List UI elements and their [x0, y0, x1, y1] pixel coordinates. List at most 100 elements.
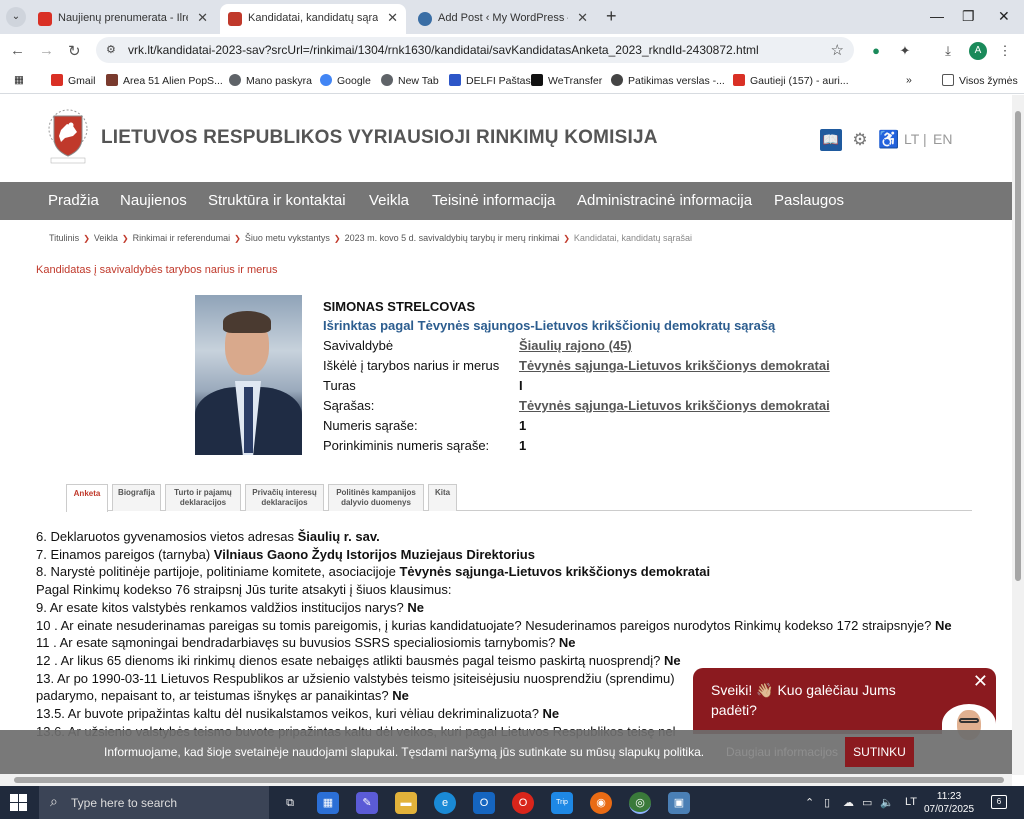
municipality-link[interactable]: Šiaulių rajono (45): [519, 338, 632, 353]
browser-tab-newsletter[interactable]: Naujienų prenumerata - Ilredak ✕: [30, 4, 216, 34]
lang-lt-link[interactable]: LT: [904, 131, 919, 147]
edge-icon[interactable]: e: [434, 792, 456, 814]
chat-close-icon[interactable]: ✕: [973, 671, 988, 692]
breadcrumb: Titulinis ❯ Veikla ❯ Rinkimai ir referenduma…: [49, 233, 692, 243]
notification-center-icon[interactable]: 6: [991, 795, 1007, 809]
forward-icon[interactable]: →: [39, 42, 54, 59]
sitemap-icon[interactable]: ⚙: [849, 129, 871, 151]
scroll-thumb[interactable]: [14, 777, 1004, 783]
outlook-icon[interactable]: O: [473, 792, 495, 814]
tab-anketa[interactable]: Anketa: [66, 484, 108, 512]
tray-network-icon[interactable]: ▭: [862, 796, 872, 809]
scroll-thumb[interactable]: [1015, 111, 1021, 581]
lang-en-link[interactable]: EN: [933, 131, 952, 147]
nav-pradzia[interactable]: Pradžia: [48, 192, 99, 209]
taskbar-clock[interactable]: 11:23 07/07/2025: [924, 790, 974, 816]
minimize-icon[interactable]: —: [930, 8, 944, 24]
bookmark-patikimas[interactable]: Patikimas verslas -...: [611, 74, 725, 87]
close-tab-icon[interactable]: ✕: [577, 10, 588, 26]
breadcrumb-item[interactable]: Šiuo metu vykstantys: [245, 233, 330, 243]
bookmark-gautieji[interactable]: Gautieji (157) - auri...: [733, 74, 849, 87]
nav-teisine[interactable]: Teisinė informacija: [432, 192, 555, 209]
vrk-coat-of-arms-logo[interactable]: [47, 108, 89, 164]
restore-icon[interactable]: ❐: [962, 8, 975, 25]
bookmarks-bar: ▦ Gmail Area 51 Alien PopS... Mano pasky…: [0, 66, 1024, 94]
chrome-icon[interactable]: ◎: [629, 792, 651, 814]
breadcrumb-item[interactable]: 2023 m. kovo 5 d. savivaldybių tarybų ir…: [345, 233, 560, 243]
tray-volume-icon[interactable]: 🔈: [880, 796, 894, 809]
app-window-icon[interactable]: ▣: [668, 792, 690, 814]
cookie-accept-button[interactable]: SUTINKU: [845, 737, 914, 767]
breadcrumb-item[interactable]: Titulinis: [49, 233, 79, 243]
bookmark-google[interactable]: Google: [320, 74, 371, 87]
menu-kebab-icon[interactable]: ⋮: [997, 43, 1013, 59]
extension-green-icon[interactable]: ●: [868, 43, 884, 59]
bookmarks-overflow-button[interactable]: »: [906, 74, 912, 86]
bookmark-gmail[interactable]: Gmail: [51, 74, 95, 87]
nav-paslaugos[interactable]: Paslaugos: [774, 192, 844, 209]
chevron-right-icon: ❯: [234, 234, 241, 243]
all-bookmarks-folder[interactable]: Visos žymės: [942, 74, 1018, 87]
task-view-icon[interactable]: ⧉: [279, 792, 301, 814]
tab-turto-deklaracijos[interactable]: Turto ir pajamų deklaracijos: [165, 484, 241, 511]
nav-struktura[interactable]: Struktūra ir kontaktai: [208, 192, 346, 209]
nav-veikla[interactable]: Veikla: [369, 192, 409, 209]
site-title[interactable]: LIETUVOS RESPUBLIKOS VYRIAUSIOJI RINKIMŲ…: [101, 127, 658, 149]
download-icon[interactable]: ⤓: [940, 43, 956, 59]
cookie-more-link[interactable]: Daugiau informacijos: [726, 745, 838, 759]
tab-politines-kampanijos[interactable]: Politinės kampanijos dalyvio duomenys: [328, 484, 424, 511]
opera-icon[interactable]: O: [512, 792, 534, 814]
site-info-icon[interactable]: ⚙: [106, 43, 116, 56]
firefox-icon[interactable]: ◉: [590, 792, 612, 814]
tray-overflow-icon[interactable]: ⌃: [805, 796, 814, 809]
windows-start-icon[interactable]: [10, 794, 27, 811]
breadcrumb-item[interactable]: Veikla: [94, 233, 118, 243]
apps-grid-icon[interactable]: ▦: [14, 74, 24, 86]
tray-language[interactable]: LT: [905, 796, 917, 808]
store-icon[interactable]: ▦: [317, 792, 339, 814]
close-tab-icon[interactable]: ✕: [197, 10, 208, 26]
url-input[interactable]: ⚙ vrk.lt/kandidatai-2023-sav?srcUrl=/rin…: [96, 37, 854, 63]
new-tab-button[interactable]: +: [606, 6, 617, 27]
browser-tab-wordpress[interactable]: Add Post ‹ My WordPress — W ✕: [410, 4, 596, 34]
profile-avatar[interactable]: A: [969, 42, 987, 60]
file-explorer-icon[interactable]: ▬: [395, 792, 417, 814]
bookmark-wetransfer[interactable]: WeTransfer: [531, 74, 602, 87]
breadcrumb-item[interactable]: Rinkimai ir referendumai: [133, 233, 231, 243]
vertical-scrollbar[interactable]: [1012, 95, 1024, 775]
list-link[interactable]: Tėvynės sąjunga-Lietuvos krikščionys dem…: [519, 398, 830, 413]
profile-tabs: Anketa Biografija Turto ir pajamų deklara…: [66, 484, 972, 512]
cookie-banner: Informuojame, kad šioje svetainėje naudo…: [0, 730, 1012, 774]
tab-kita[interactable]: Kita: [428, 484, 457, 511]
bookmark-area51[interactable]: Area 51 Alien PopS...: [106, 74, 223, 87]
nominated-by-link[interactable]: Tėvynės sąjunga-Lietuvos krikščionys dem…: [519, 358, 830, 373]
chat-greeting: Sveiki! 👋🏼 Kuo galėčiau Jums padėti?: [711, 682, 896, 718]
tab-search-chevron-icon[interactable]: ⌄: [6, 7, 26, 27]
bookmark-star-icon[interactable]: ☆: [831, 41, 844, 59]
horizontal-scrollbar[interactable]: [0, 774, 1012, 786]
easy-read-icon[interactable]: 📖: [820, 129, 842, 151]
bookmark-delfi[interactable]: DELFI Paštas: [449, 74, 531, 87]
close-tab-icon[interactable]: ✕: [387, 10, 398, 26]
chevron-right-icon: ❯: [563, 234, 570, 243]
browser-tab-candidates[interactable]: Kandidatai, kandidatų sąrašai - V ✕: [220, 4, 406, 34]
reload-icon[interactable]: ↻: [68, 42, 81, 60]
chat-widget[interactable]: Sveiki! 👋🏼 Kuo galėčiau Jums padėti? ✕: [693, 668, 996, 744]
tray-cloud-icon[interactable]: ☁: [843, 796, 854, 809]
back-icon[interactable]: ←: [10, 42, 25, 59]
taskbar-search-input[interactable]: ⌕ Type here to search: [39, 786, 269, 819]
paint-icon[interactable]: ✎: [356, 792, 378, 814]
bookmark-new-tab[interactable]: New Tab: [381, 74, 439, 87]
questionnaire-line: 6. Deklaruotos gyvenamosios vietos adres…: [36, 529, 380, 544]
questionnaire-line: 8. Narystė politinėje partijoje, politin…: [36, 564, 711, 580]
tray-device-icon[interactable]: ▯: [824, 796, 830, 809]
extensions-icon[interactable]: ✦: [897, 43, 913, 59]
trip-icon[interactable]: Trip: [551, 792, 573, 814]
accessibility-icon[interactable]: ♿: [878, 129, 900, 151]
nav-administracine[interactable]: Administracinė informacija: [577, 192, 752, 209]
tab-biografija[interactable]: Biografija: [112, 484, 161, 511]
tab-privaciu-interesu[interactable]: Privačių interesų deklaracijos: [245, 484, 324, 511]
bookmark-mano-paskyra[interactable]: Mano paskyra: [229, 74, 312, 87]
close-window-icon[interactable]: ✕: [998, 8, 1010, 25]
nav-naujienos[interactable]: Naujienos: [120, 192, 187, 209]
